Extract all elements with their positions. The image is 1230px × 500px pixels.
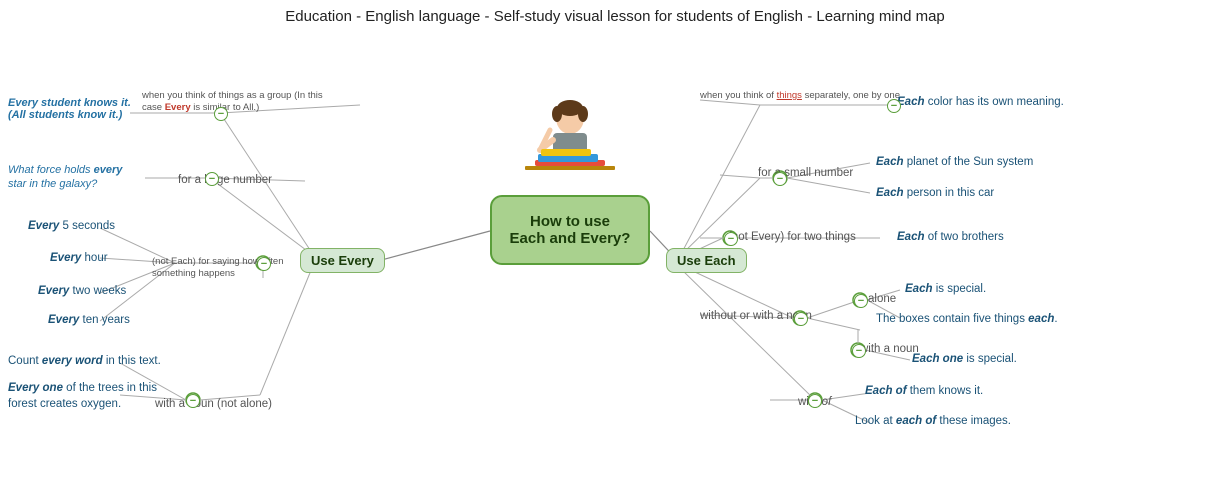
center-label: How to useEach and Every?: [510, 213, 631, 247]
each-boxes-contain: The boxes contain five things each.: [876, 313, 1058, 325]
circle-every-noun: −: [186, 394, 200, 408]
circle-each-noun: −: [794, 312, 808, 326]
every-one-trees: Every one of the trees in thisforest cre…: [8, 380, 173, 412]
each-alone-label: alone: [868, 293, 896, 305]
each-two-brothers: Each of two brothers: [897, 231, 1004, 243]
every-ten-years: Every ten years: [48, 314, 130, 326]
use-each-box: Use Each: [666, 248, 747, 273]
circle-each-two: −: [724, 232, 738, 246]
circle-every-group: −: [214, 107, 228, 121]
every-5-seconds: Every 5 seconds: [28, 220, 115, 232]
each-of-them: Each of them knows it.: [865, 385, 983, 397]
each-is-special: Each is special.: [905, 283, 986, 295]
each-separately-note: when you think of things separately, one…: [700, 90, 900, 101]
person-image: [515, 100, 625, 190]
every-force-node: What force holds everystar in the galaxy…: [8, 163, 163, 192]
circle-each-small: −: [773, 172, 787, 186]
not-each-note: (not Each) for saying how oftensomething…: [152, 256, 300, 281]
each-person-car: Each person in this car: [876, 187, 994, 199]
page-title: Education - English language - Self-stud…: [0, 0, 1230, 29]
every-group-note: when you think of things as a group (In …: [142, 90, 323, 115]
each-with-noun-label: with a noun: [860, 343, 919, 355]
use-every-box: Use Every: [300, 248, 385, 273]
circle-every-large: −: [205, 172, 219, 186]
every-hour: Every hour: [50, 252, 108, 264]
circle-each-of: −: [808, 394, 822, 408]
each-not-every: (not Every) for two things: [728, 231, 856, 243]
every-large-number: for a large number: [178, 174, 272, 186]
circle-each-alone: −: [854, 294, 868, 308]
each-planet: Each planet of the Sun system: [876, 156, 1033, 168]
each-look-at: Look at each of these images.: [855, 415, 1011, 427]
circle-each-sep: −: [887, 99, 901, 113]
center-box: How to useEach and Every?: [490, 195, 650, 265]
every-two-weeks: Every two weeks: [38, 285, 126, 297]
every-with-noun: with a noun (not alone): [155, 398, 272, 410]
every-count-word: Count every word in this text.: [8, 355, 161, 367]
circle-each-with-noun: −: [852, 344, 866, 358]
every-student-node: Every student knows it. (All students kn…: [8, 97, 131, 121]
each-color: Each color has its own meaning.: [897, 96, 1064, 108]
circle-every-often: −: [257, 257, 271, 271]
each-one-special: Each one is special.: [912, 353, 1017, 365]
